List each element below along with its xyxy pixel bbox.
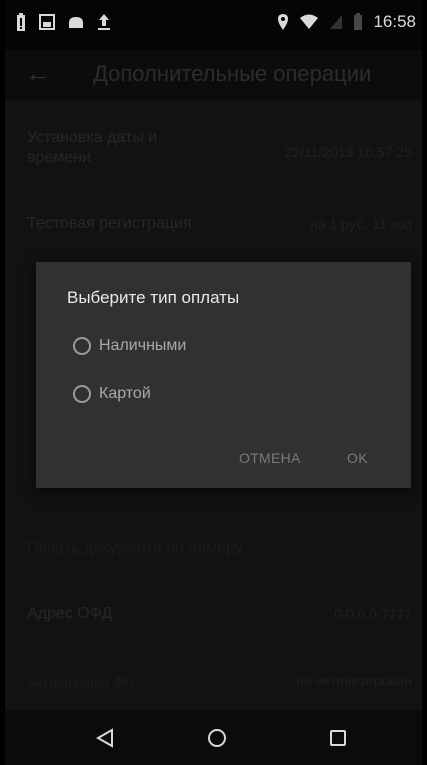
radio-unchecked-icon[interactable] [73,337,91,355]
back-triangle-icon[interactable] [89,722,121,754]
radio-unchecked-icon[interactable] [73,385,91,403]
option-label: Наличными [99,337,187,354]
dialog-title: Выберите тип оплаты [67,288,240,307]
option-label: Картой [99,385,151,402]
payment-type-dialog: Выберите тип оплаты Наличными Картой ОТМ… [36,262,411,488]
ok-button[interactable]: OK [347,450,368,466]
screen: 16:58 ← Дополнительные операции Установк… [5,0,422,765]
recents-square-icon[interactable] [322,722,354,754]
option-card[interactable]: Картой [73,385,151,403]
navigation-bar [5,710,422,765]
cancel-button[interactable]: ОТМЕНА [239,450,301,466]
home-circle-icon[interactable] [201,722,233,754]
option-cash[interactable]: Наличными [73,337,186,355]
